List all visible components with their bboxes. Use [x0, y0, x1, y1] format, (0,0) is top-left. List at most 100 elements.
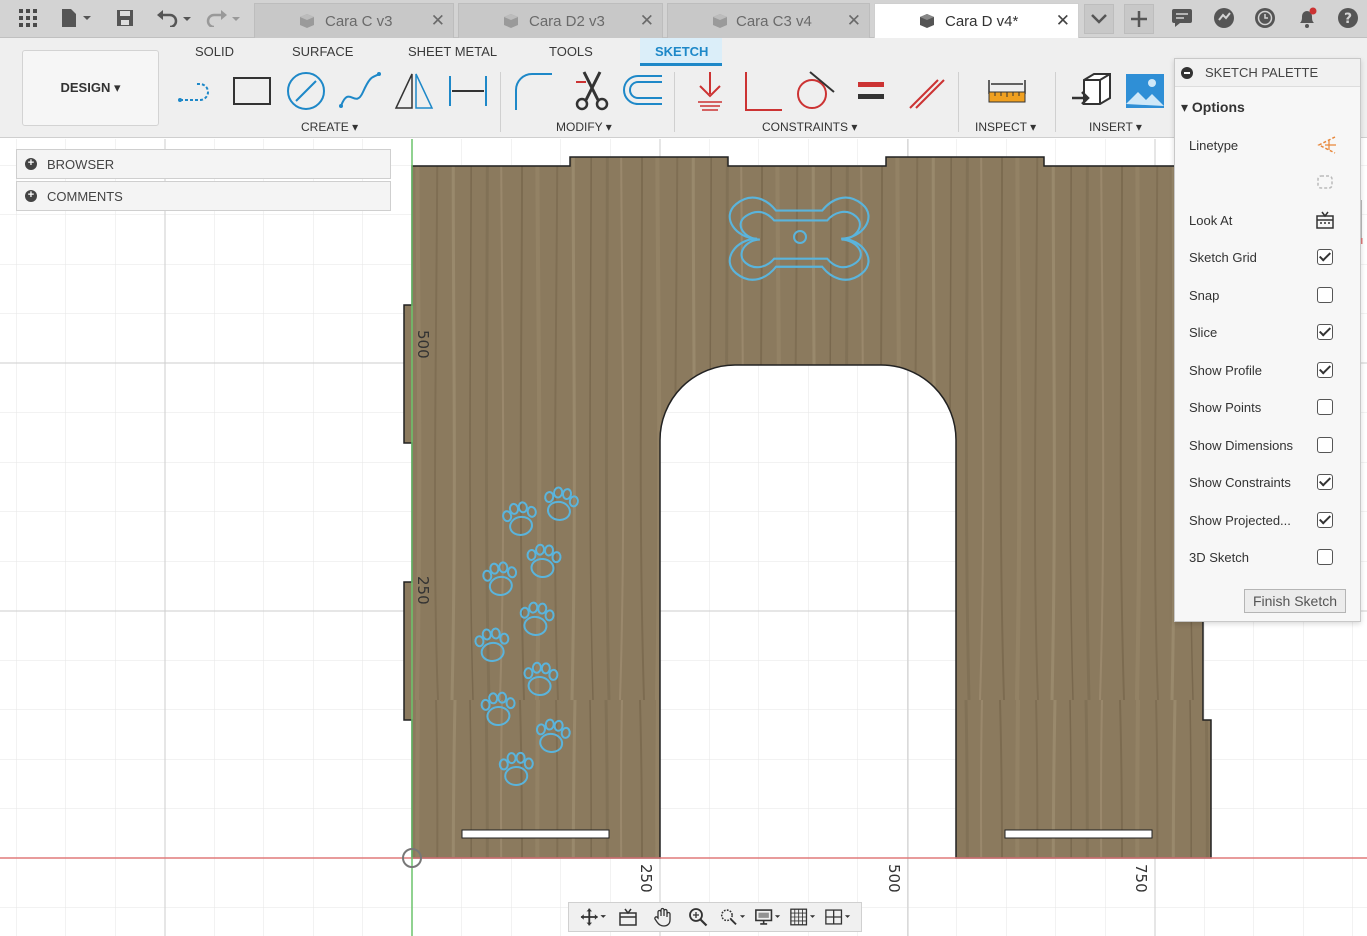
- insert-derive-icon[interactable]: [1070, 70, 1114, 112]
- palette-title: SKETCH PALETTE: [1205, 65, 1319, 80]
- trim-scissors-icon[interactable]: [570, 70, 614, 112]
- snap-checkbox[interactable]: [1317, 287, 1333, 303]
- tab-cara-c3-v4[interactable]: Cara C3 v4 ✕: [667, 3, 870, 38]
- tab-solid[interactable]: SOLID: [195, 44, 234, 59]
- grid-settings-icon[interactable]: [789, 906, 816, 928]
- coincident-constraint-icon[interactable]: [688, 70, 732, 112]
- close-icon[interactable]: ✕: [1056, 11, 1070, 31]
- linetype-construction-icon[interactable]: [1315, 135, 1337, 155]
- modify-menu[interactable]: MODIFY ▾: [556, 120, 612, 134]
- show-points-row[interactable]: Show Points: [1189, 397, 1349, 417]
- look-at-nav-icon[interactable]: [615, 906, 641, 928]
- 3d-sketch-checkbox[interactable]: [1317, 549, 1333, 565]
- new-tab-button[interactable]: [1124, 4, 1154, 34]
- options-header[interactable]: ▾ Options: [1181, 99, 1245, 116]
- expand-icon[interactable]: +: [25, 158, 37, 170]
- sketch-grid-row[interactable]: Sketch Grid: [1189, 247, 1349, 267]
- zoom-icon[interactable]: [685, 906, 711, 928]
- undo-icon[interactable]: [154, 5, 194, 31]
- toolbar-divider: [674, 72, 675, 132]
- equal-constraint-icon[interactable]: [848, 70, 892, 112]
- parallel-constraint-icon[interactable]: [902, 70, 946, 112]
- comments-panel[interactable]: + COMMENTS: [16, 181, 391, 211]
- row-label: Look At: [1189, 212, 1233, 228]
- orbit-move-icon[interactable]: [580, 906, 606, 928]
- viewports-icon[interactable]: [824, 906, 851, 928]
- inspect-menu[interactable]: INSPECT ▾: [975, 120, 1036, 134]
- file-menu-icon[interactable]: [56, 5, 96, 31]
- show-profile-row[interactable]: Show Profile: [1189, 360, 1349, 380]
- row-label: Show Constraints: [1189, 474, 1291, 490]
- save-icon[interactable]: [112, 5, 138, 31]
- zoom-window-icon[interactable]: [720, 906, 746, 928]
- snap-row[interactable]: Snap: [1189, 285, 1349, 305]
- close-icon[interactable]: ✕: [640, 11, 654, 31]
- ruler-label-h250: 250: [637, 864, 655, 893]
- browser-panel[interactable]: + BROWSER: [16, 149, 391, 179]
- show-projected-row[interactable]: Show Projected...: [1189, 510, 1349, 530]
- look-at-row[interactable]: Look At: [1189, 210, 1349, 230]
- insert-image-icon[interactable]: [1122, 70, 1166, 112]
- centerline-row[interactable]: [1189, 172, 1349, 192]
- job-status-icon[interactable]: [1251, 5, 1279, 31]
- slice-checkbox[interactable]: [1317, 324, 1333, 340]
- show-dimensions-checkbox[interactable]: [1317, 437, 1333, 453]
- linetype-row[interactable]: Linetype: [1189, 135, 1349, 155]
- insert-menu[interactable]: INSERT ▾: [1089, 120, 1142, 134]
- tangent-constraint-icon[interactable]: [792, 70, 836, 112]
- show-constraints-checkbox[interactable]: [1317, 474, 1333, 490]
- sketch-grid-checkbox[interactable]: [1317, 249, 1333, 265]
- line-tool-icon[interactable]: [176, 70, 220, 112]
- show-projected-checkbox[interactable]: [1317, 512, 1333, 528]
- finish-sketch-button[interactable]: Finish Sketch: [1244, 589, 1346, 613]
- constraints-menu[interactable]: CONSTRAINTS ▾: [762, 120, 857, 134]
- app-grid-icon[interactable]: [14, 5, 42, 31]
- sketch-viewport[interactable]: 500 250 250 500 750: [0, 139, 1367, 936]
- fillet-tool-icon[interactable]: [512, 70, 556, 112]
- tab-label: Cara D v4*: [945, 12, 1019, 30]
- display-settings-icon[interactable]: [754, 906, 781, 928]
- row-label: Show Profile: [1189, 362, 1262, 378]
- circle-tool-icon[interactable]: [284, 70, 328, 112]
- palette-header[interactable]: SKETCH PALETTE: [1175, 59, 1360, 87]
- help-icon[interactable]: ?: [1334, 5, 1362, 31]
- redo-icon[interactable]: [202, 5, 242, 31]
- slice-row[interactable]: Slice: [1189, 322, 1349, 342]
- dimension-tool-icon[interactable]: [446, 70, 490, 112]
- extensions-icon[interactable]: [1210, 5, 1238, 31]
- notifications-bell-icon[interactable]: [1293, 5, 1321, 31]
- tab-sheet-metal[interactable]: SHEET METAL: [408, 44, 497, 59]
- tab-tools[interactable]: TOOLS: [549, 44, 593, 59]
- offset-tool-icon[interactable]: [620, 70, 664, 112]
- tab-cara-d2-v3[interactable]: Cara D2 v3 ✕: [458, 3, 663, 38]
- tab-surface[interactable]: SURFACE: [292, 44, 353, 59]
- spline-tool-icon[interactable]: [338, 70, 382, 112]
- workspace-switcher-button[interactable]: DESIGN ▾: [22, 50, 159, 126]
- show-dimensions-row[interactable]: Show Dimensions: [1189, 435, 1349, 455]
- comments-icon[interactable]: [1168, 5, 1196, 31]
- mirror-tool-icon[interactable]: [392, 70, 436, 112]
- show-constraints-row[interactable]: Show Constraints: [1189, 472, 1349, 492]
- create-menu[interactable]: CREATE ▾: [301, 120, 358, 134]
- 3d-sketch-row[interactable]: 3D Sketch: [1189, 547, 1349, 567]
- expand-icon[interactable]: +: [25, 190, 37, 202]
- show-points-checkbox[interactable]: [1317, 399, 1333, 415]
- pan-hand-icon[interactable]: [650, 906, 676, 928]
- design-canvas[interactable]: 500 250 250 500 750: [0, 139, 1367, 936]
- look-at-icon[interactable]: [1315, 210, 1335, 230]
- tab-cara-c-v3[interactable]: Cara C v3 ✕: [254, 3, 454, 38]
- close-icon[interactable]: ✕: [847, 11, 861, 31]
- collapse-icon[interactable]: [1181, 66, 1193, 79]
- measure-ruler-icon[interactable]: [985, 70, 1029, 112]
- perpendicular-constraint-icon[interactable]: [740, 70, 784, 112]
- centerline-icon[interactable]: [1315, 172, 1335, 192]
- tab-cara-d-v4[interactable]: Cara D v4* ✕: [874, 3, 1079, 38]
- show-profile-checkbox[interactable]: [1317, 362, 1333, 378]
- slot-cutout-left[interactable]: [461, 829, 610, 839]
- row-label: Sketch Grid: [1189, 249, 1257, 265]
- close-icon[interactable]: ✕: [431, 11, 445, 31]
- tab-overflow-button[interactable]: [1084, 4, 1114, 34]
- tab-sketch[interactable]: SKETCH: [655, 44, 708, 59]
- slot-cutout-right[interactable]: [1004, 829, 1153, 839]
- rectangle-tool-icon[interactable]: [230, 70, 274, 112]
